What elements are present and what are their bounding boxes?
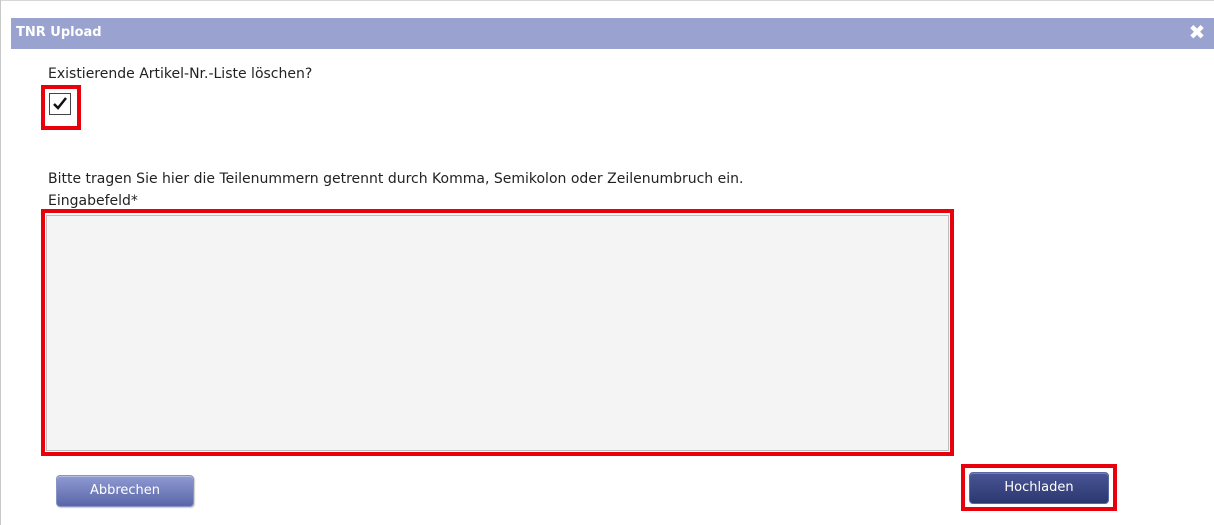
instructions-text: Bitte tragen Sie hier die Teilenummern g… bbox=[48, 171, 744, 187]
tnr-upload-dialog: TNR Upload ✖ Existierende Artikel-Nr.-Li… bbox=[0, 0, 1214, 525]
delete-list-checkbox[interactable] bbox=[49, 93, 71, 115]
close-icon[interactable]: ✖ bbox=[1187, 22, 1207, 42]
dialog-titlebar: TNR Upload ✖ bbox=[11, 18, 1214, 49]
part-numbers-textarea[interactable] bbox=[46, 215, 949, 451]
top-border bbox=[1, 0, 1214, 6]
input-field-label: Eingabefeld* bbox=[48, 193, 138, 209]
checkmark-icon bbox=[53, 97, 67, 110]
delete-list-question: Existierende Artikel-Nr.-Liste löschen? bbox=[48, 66, 313, 82]
cancel-button[interactable]: Abbrechen bbox=[56, 475, 194, 507]
upload-button[interactable]: Hochladen bbox=[969, 472, 1109, 504]
dialog-title: TNR Upload bbox=[16, 25, 102, 40]
